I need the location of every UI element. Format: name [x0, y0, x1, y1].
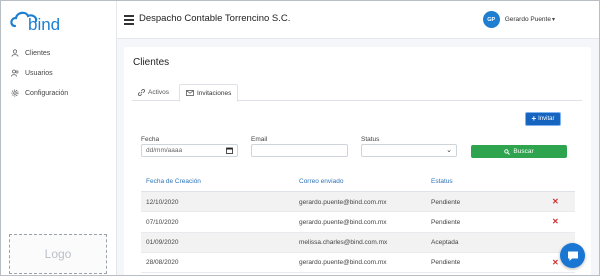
search-button-label: Buscar — [513, 148, 534, 155]
row-status: Pendiente — [431, 198, 461, 206]
row-status: Pendiente — [431, 218, 461, 226]
row-date: 07/10/2020 — [146, 218, 179, 226]
invite-button-label: Invitar — [538, 116, 555, 122]
search-icon — [504, 148, 511, 155]
tab-label: Invitaciones — [197, 89, 232, 97]
column-header-status[interactable]: Estatus — [431, 178, 453, 185]
plus-icon: + — [531, 114, 537, 123]
tab-label: Activos — [148, 89, 169, 96]
logo-text: bind — [28, 15, 60, 34]
invite-button[interactable]: + Invitar — [525, 112, 561, 126]
email-field[interactable] — [251, 144, 348, 157]
row-date: 01/09/2020 — [146, 239, 179, 247]
sidebar-nav: Clientes Usuarios Configuración — [1, 43, 117, 103]
chat-button[interactable] — [560, 243, 585, 268]
delete-icon[interactable]: ✕ — [552, 258, 559, 267]
tab-invitaciones[interactable]: Invitaciones — [179, 84, 239, 102]
status-label: Status — [361, 136, 380, 143]
search-button[interactable]: Buscar — [471, 145, 567, 158]
sidebar-item-usuarios[interactable]: Usuarios — [1, 63, 117, 83]
column-header-email[interactable]: Correo enviado — [299, 178, 343, 185]
table-row: 28/08/2020 gerardo.puente@bind.com.mx Pe… — [141, 253, 575, 274]
users-icon — [11, 49, 19, 57]
user-name: Gerardo Puente — [504, 16, 551, 23]
bind-logo[interactable]: bind — [9, 8, 69, 34]
main-card: Clientes Activos Invitaciones + Invitar … — [124, 47, 591, 275]
sidebar-item-clientes[interactable]: Clientes — [1, 43, 117, 63]
row-date: 28/08/2020 — [146, 259, 179, 267]
table-row: 07/10/2020 gerardo.puente@bind.com.mx Pe… — [141, 212, 575, 233]
row-email: gerardo.puente@bind.com.mx — [299, 198, 387, 206]
logo-placeholder[interactable]: Logo — [9, 234, 107, 274]
app-window: bind Clientes Usuarios Configuración Log… — [0, 0, 600, 276]
date-label: Fecha — [141, 136, 160, 143]
delete-icon[interactable]: ✕ — [552, 217, 559, 226]
sidebar: bind Clientes Usuarios Configuración Log… — [1, 1, 117, 275]
tab-bar: Activos Invitaciones — [132, 84, 582, 102]
invitations-table: Fecha de Creación Correo enviado Estatus… — [141, 172, 575, 274]
row-status: Aceptada — [431, 239, 459, 247]
chevron-down-icon: ⌄ — [446, 147, 452, 154]
sidebar-item-label: Configuración — [25, 89, 69, 97]
row-status: Pendiente — [431, 259, 461, 267]
user-menu[interactable]: GP Gerardo Puente ▾ — [482, 11, 555, 28]
sidebar-item-label: Usuarios — [25, 69, 53, 77]
top-header: Despacho Contable Torrencino S.C. GP Ger… — [117, 1, 599, 39]
date-input[interactable]: dd/mm/aaaa — [141, 144, 238, 157]
envelope-icon — [186, 90, 194, 96]
gear-icon — [11, 89, 19, 97]
chevron-down-icon: ▾ — [551, 17, 555, 23]
table-row: 12/10/2020 gerardo.puente@bind.com.mx Pe… — [141, 192, 575, 213]
row-email: gerardo.puente@bind.com.mx — [299, 259, 387, 267]
user-group-icon — [11, 69, 19, 77]
column-header-date[interactable]: Fecha de Creación — [146, 178, 201, 185]
date-placeholder: dd/mm/aaaa — [146, 147, 183, 154]
sidebar-item-configuracion[interactable]: Configuración — [1, 83, 117, 103]
calendar-icon[interactable] — [226, 147, 233, 154]
table-row: 01/09/2020 melissa.charles@bind.com.mx A… — [141, 232, 575, 253]
table-header: Fecha de Creación Correo enviado Estatus — [141, 172, 575, 192]
row-email: gerardo.puente@bind.com.mx — [299, 218, 387, 226]
logo-placeholder-text: Logo — [44, 247, 72, 261]
sidebar-item-label: Clientes — [25, 49, 51, 57]
row-email: melissa.charles@bind.com.mx — [299, 239, 388, 247]
email-label: Email — [251, 136, 268, 143]
link-icon — [138, 89, 145, 96]
page-title: Clientes — [133, 57, 170, 68]
delete-icon[interactable]: ✕ — [552, 197, 559, 206]
avatar: GP — [482, 11, 500, 28]
status-select[interactable]: ⌄ — [361, 144, 457, 157]
tab-activos[interactable]: Activos — [132, 84, 175, 101]
chat-bubble-icon — [567, 251, 578, 261]
company-name: Despacho Contable Torrencino S.C. — [139, 13, 291, 24]
menu-toggle-icon[interactable] — [124, 15, 134, 25]
row-date: 12/10/2020 — [146, 198, 179, 206]
